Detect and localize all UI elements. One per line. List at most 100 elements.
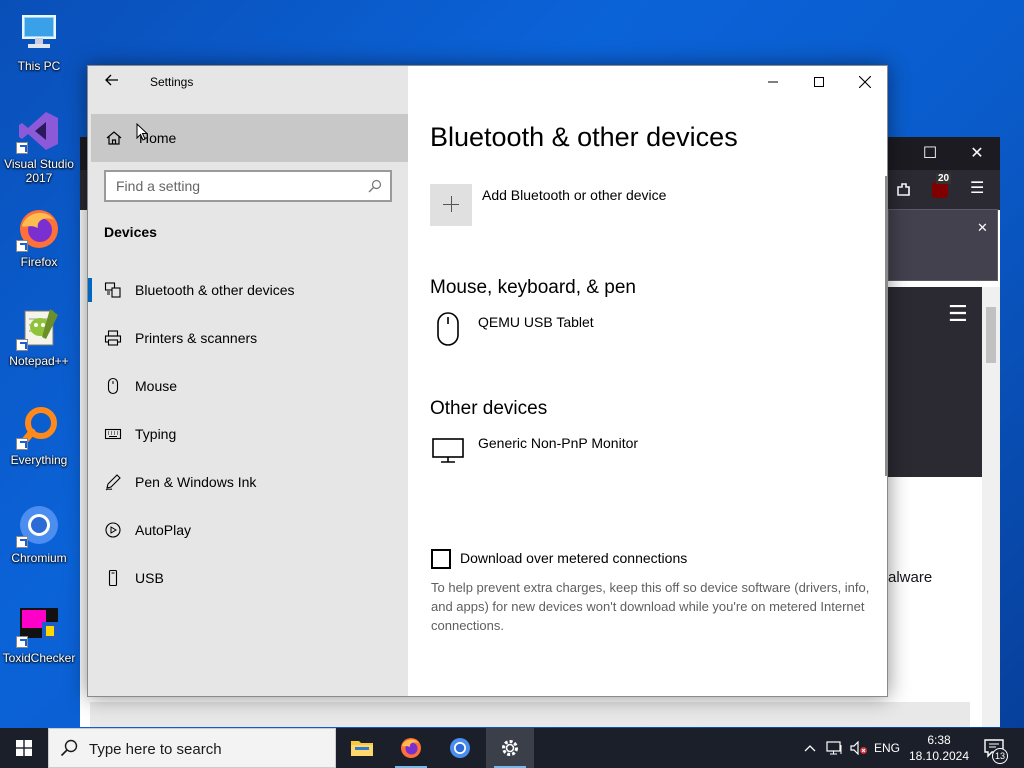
- this-pc-icon: [16, 10, 62, 56]
- background-scrollbar[interactable]: [982, 287, 1000, 727]
- visual-studio-icon: [16, 108, 62, 154]
- sidebar-item-bluetooth[interactable]: Bluetooth & other devices: [88, 266, 408, 314]
- desktop-icon-firefox[interactable]: Firefox: [2, 206, 76, 269]
- settings-content: Bluetooth & other devices Add Bluetooth …: [408, 66, 887, 696]
- close-button[interactable]: [842, 66, 887, 98]
- close-icon[interactable]: ✕: [977, 220, 988, 236]
- tray-network-button[interactable]: [824, 728, 846, 768]
- desktop-icon-everything[interactable]: Everything: [2, 404, 76, 467]
- background-thumbnails: [90, 702, 970, 727]
- back-arrow-icon: [105, 74, 118, 86]
- notepad-plus-plus-icon: [16, 305, 62, 351]
- extension-badge: 20: [936, 173, 952, 184]
- metered-checkbox[interactable]: [431, 549, 451, 569]
- metered-connection-option[interactable]: Download over metered connections: [431, 548, 851, 570]
- hamburger-menu-icon[interactable]: ☰: [948, 301, 968, 327]
- sidebar-item-mouse[interactable]: Mouse: [88, 362, 408, 410]
- taskbar-clock[interactable]: 6:38 18.10.2024: [902, 732, 976, 764]
- mouse-cursor-icon: [136, 123, 148, 141]
- network-icon: [826, 741, 842, 755]
- usb-icon: [108, 569, 118, 587]
- home-icon: [106, 131, 122, 145]
- mouse-icon: [437, 312, 459, 346]
- maximize-icon[interactable]: ☐: [915, 143, 945, 163]
- sidebar-item-label: AutoPlay: [135, 522, 192, 538]
- sidebar-item-label: Printers & scanners: [135, 330, 258, 346]
- desktop-icon-visual-studio[interactable]: Visual Studio 2017: [2, 108, 76, 185]
- desktop-icon-label: Visual Studio 2017: [4, 157, 74, 185]
- shortcut-arrow-icon: [16, 339, 28, 351]
- maximize-icon: [814, 77, 824, 87]
- close-icon[interactable]: ✕: [962, 143, 992, 163]
- desktop-icon-label: Chromium: [11, 551, 67, 565]
- group-title-other-devices: Other devices: [430, 398, 548, 419]
- taskbar-firefox[interactable]: [387, 728, 435, 768]
- metered-label: Download over metered connections: [460, 550, 688, 566]
- shortcut-arrow-icon: [16, 636, 28, 648]
- add-device-button[interactable]: Add Bluetooth or other device: [430, 184, 666, 226]
- bluetooth-devices-icon: [104, 282, 121, 298]
- pen-icon: [105, 474, 121, 491]
- sidebar-item-typing[interactable]: Typing: [88, 410, 408, 458]
- desktop-icon-toxidchecker[interactable]: ToxidChecker: [2, 602, 76, 665]
- device-name: Generic Non-PnP Monitor: [478, 435, 639, 451]
- ublock-icon[interactable]: [932, 182, 948, 198]
- taskbar-chromium[interactable]: [436, 728, 484, 768]
- sidebar-item-label: Typing: [135, 426, 177, 442]
- firefox-icon: [16, 206, 62, 252]
- content-scrollbar[interactable]: [885, 176, 887, 476]
- gear-icon: [502, 740, 518, 756]
- folder-icon: [351, 741, 373, 756]
- sidebar-item-autoplay[interactable]: AutoPlay: [88, 506, 408, 554]
- settings-sidebar: Settings Home Devices Bluetooth & other …: [88, 66, 408, 696]
- background-panel: ✕: [888, 209, 998, 281]
- autoplay-icon: [105, 522, 121, 538]
- taskbar-file-explorer[interactable]: [338, 728, 386, 768]
- notification-count-badge: 13: [992, 748, 1008, 764]
- sidebar-item-label: Pen & Windows Ink: [135, 474, 257, 490]
- menu-icon[interactable]: ☰: [970, 178, 984, 198]
- taskbar-search-box[interactable]: Type here to search: [48, 728, 336, 768]
- maximize-button[interactable]: [796, 66, 842, 98]
- scroll-thumb[interactable]: [986, 307, 996, 363]
- clock-time: 6:38: [927, 733, 951, 747]
- desktop-icon-chromium[interactable]: Chromium: [2, 502, 76, 565]
- sidebar-item-pen[interactable]: Pen & Windows Ink: [88, 458, 408, 506]
- search-icon[interactable]: [368, 179, 382, 193]
- back-button[interactable]: [102, 72, 122, 92]
- settings-search-input[interactable]: [106, 172, 390, 200]
- keyboard-icon: [104, 428, 122, 440]
- settings-search-box[interactable]: [104, 170, 392, 202]
- tray-overflow-button[interactable]: [800, 728, 820, 768]
- taskbar-settings[interactable]: [486, 728, 534, 768]
- settings-window[interactable]: Settings Home Devices Bluetooth & other …: [87, 65, 888, 697]
- search-icon: [60, 739, 78, 757]
- minimize-button[interactable]: [750, 66, 796, 98]
- sidebar-item-printers[interactable]: Printers & scanners: [88, 314, 408, 362]
- extensions-icon[interactable]: [895, 181, 913, 199]
- firefox-icon: [401, 738, 421, 758]
- shortcut-arrow-icon: [16, 240, 28, 252]
- device-item-generic-monitor[interactable]: Generic Non-PnP Monitor: [432, 433, 832, 473]
- mouse-icon: [107, 377, 119, 395]
- app-title: Settings: [150, 75, 194, 89]
- start-button[interactable]: [0, 728, 48, 768]
- desktop-icon-label: ToxidChecker: [2, 651, 76, 665]
- page-title: Bluetooth & other devices: [430, 122, 738, 152]
- desktop-icon-label: This PC: [17, 59, 61, 73]
- device-item-qemu-tablet[interactable]: QEMU USB Tablet: [432, 312, 832, 352]
- monitor-icon: [432, 438, 464, 463]
- tray-volume-button[interactable]: [848, 728, 870, 768]
- desktop-icon-this-pc[interactable]: This PC: [2, 10, 76, 73]
- input-language-button[interactable]: ENG: [872, 728, 902, 768]
- desktop-icon-label: Everything: [10, 453, 68, 467]
- taskbar-search-text: Type here to search: [89, 741, 222, 758]
- sidebar-item-label: Mouse: [135, 378, 178, 394]
- sidebar-item-label: Bluetooth & other devices: [135, 282, 295, 298]
- desktop-icon-notepad-plus-plus[interactable]: Notepad++: [2, 305, 76, 368]
- shortcut-arrow-icon: [16, 438, 28, 450]
- volume-muted-icon: [850, 741, 867, 755]
- chevron-up-icon: [804, 745, 816, 752]
- desktop-icon-label: Notepad++: [9, 354, 69, 368]
- sidebar-item-usb[interactable]: USB: [88, 554, 408, 602]
